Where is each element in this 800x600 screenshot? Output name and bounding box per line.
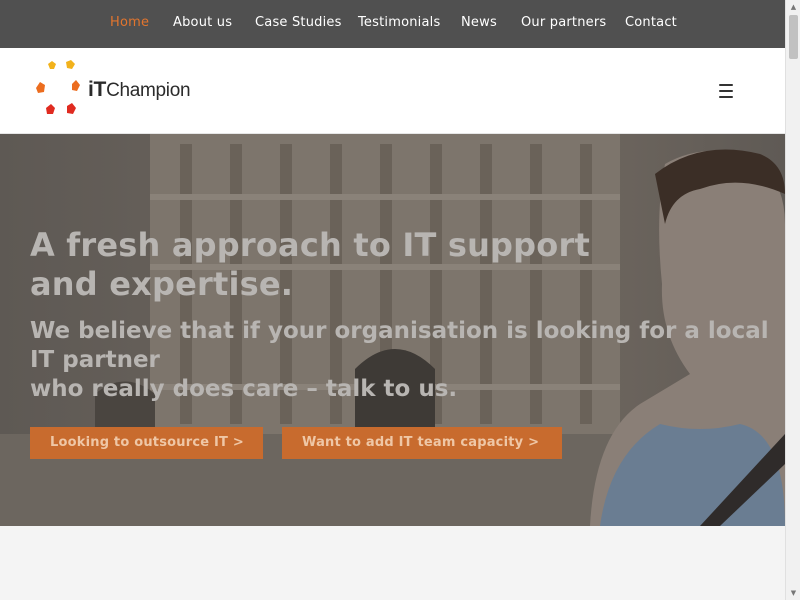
page-scrollbar[interactable]: ▲ ▼ bbox=[785, 0, 800, 600]
logo-mark-icon bbox=[36, 60, 80, 114]
hero-subtitle-line2: who really does care – talk to us. bbox=[30, 376, 458, 402]
hamburger-icon-bar bbox=[719, 90, 733, 92]
nav-contact[interactable]: Contact bbox=[625, 15, 677, 30]
add-team-capacity-button[interactable]: Want to add IT team capacity > bbox=[282, 427, 562, 459]
nav-our-partners[interactable]: Our partners bbox=[521, 15, 606, 30]
hamburger-icon-bar bbox=[719, 96, 733, 98]
hero-title: A fresh approach to IT support and exper… bbox=[30, 226, 590, 303]
hamburger-menu-button[interactable] bbox=[719, 84, 735, 98]
scroll-up-arrow-icon[interactable]: ▲ bbox=[786, 0, 800, 14]
outsource-it-button[interactable]: Looking to outsource IT > bbox=[30, 427, 263, 459]
logo[interactable]: iTChampion bbox=[30, 58, 191, 122]
nav-home[interactable]: Home bbox=[110, 15, 149, 30]
hamburger-icon bbox=[719, 84, 733, 86]
logo-champion-text: Champion bbox=[106, 80, 191, 101]
hero-subtitle-line1: We believe that if your organisation is … bbox=[30, 318, 769, 373]
top-navigation: Home About us Case Studies Testimonials … bbox=[0, 0, 785, 48]
scroll-down-arrow-icon[interactable]: ▼ bbox=[786, 586, 800, 600]
hero-subtitle: We believe that if your organisation is … bbox=[30, 317, 770, 404]
nav-about-us[interactable]: About us bbox=[173, 15, 232, 30]
nav-case-studies[interactable]: Case Studies bbox=[255, 15, 342, 30]
nav-news[interactable]: News bbox=[461, 15, 497, 30]
logo-wordmark: iTChampion bbox=[88, 78, 191, 102]
logo-it-text: iT bbox=[88, 78, 107, 101]
nav-testimonials[interactable]: Testimonials bbox=[358, 15, 440, 30]
site-header: iTChampion bbox=[0, 48, 785, 134]
scrollbar-thumb[interactable] bbox=[789, 15, 798, 59]
hero-banner: A fresh approach to IT support and exper… bbox=[0, 134, 785, 526]
